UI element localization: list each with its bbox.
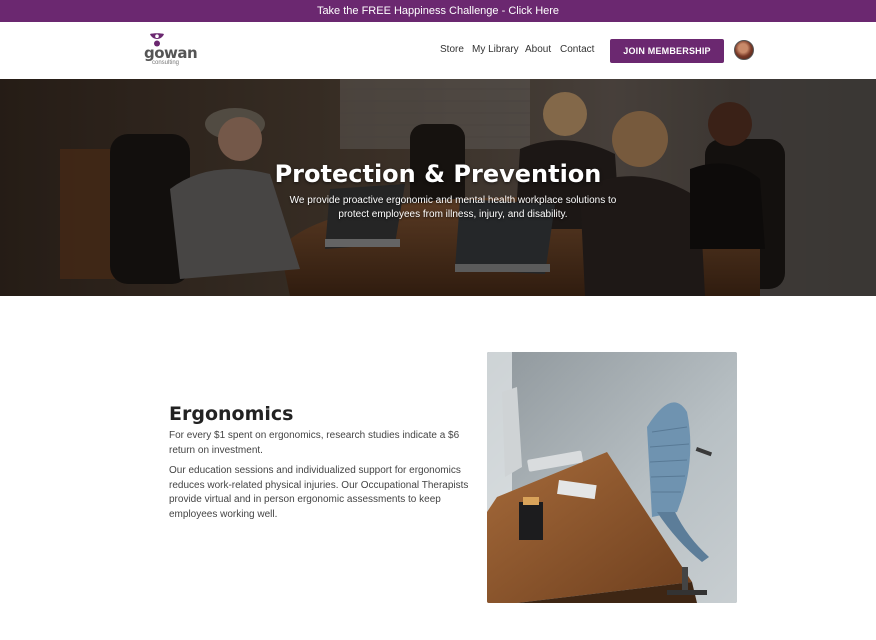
site-header: gowan consulting Store My Library About … <box>0 22 876 79</box>
nav-about[interactable]: About <box>525 44 551 55</box>
logo-tagline: consulting <box>152 60 180 66</box>
user-avatar[interactable] <box>734 40 754 60</box>
ergonomics-services-text: Our education sessions and individualize… <box>169 465 469 520</box>
ergonomic-desk-photo <box>487 352 737 603</box>
hero-banner: Protection & Prevention We provide proac… <box>0 79 876 296</box>
nav-store[interactable]: Store <box>440 44 464 55</box>
nav-contact[interactable]: Contact <box>560 44 594 55</box>
nav-my-library[interactable]: My Library <box>472 44 519 55</box>
ergonomics-roi-text: For every $1 spent on ergonomics, resear… <box>169 430 460 456</box>
gowan-logo[interactable]: gowan consulting <box>144 33 198 69</box>
announcement-text[interactable]: Take the FREE Happiness Challenge - Clic… <box>317 5 559 17</box>
hero-title: Protection & Prevention <box>274 160 602 188</box>
join-membership-button[interactable]: JOIN MEMBERSHIP <box>610 39 724 63</box>
hero-subtitle: We provide proactive ergonomic and menta… <box>289 195 617 220</box>
ergonomics-heading: Ergonomics <box>169 403 294 425</box>
announcement-bar[interactable]: Take the FREE Happiness Challenge - Clic… <box>0 0 876 22</box>
